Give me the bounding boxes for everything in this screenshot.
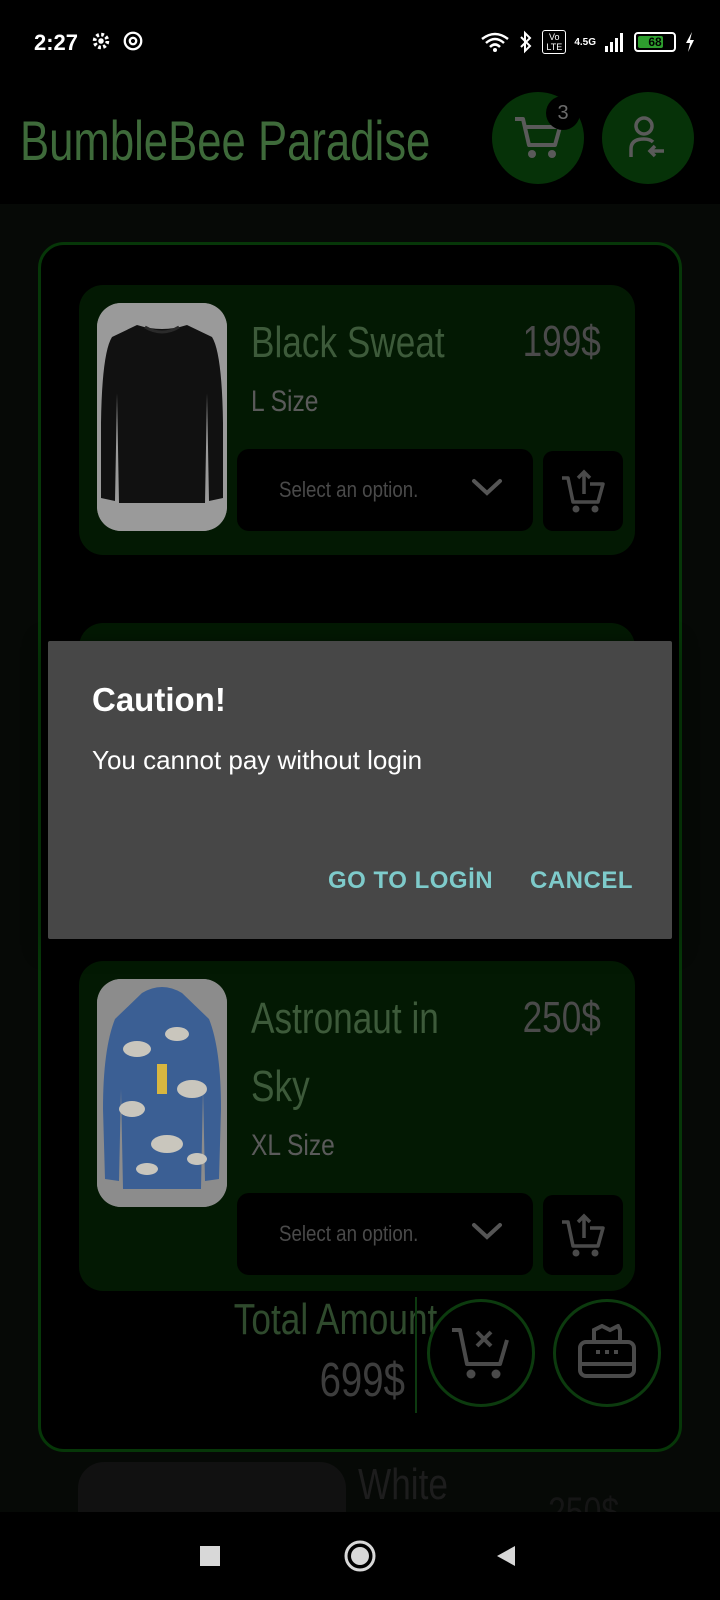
- status-right-icons: Vo LTE 4.5G 68: [480, 30, 696, 54]
- back-button[interactable]: [482, 1532, 530, 1580]
- home-circle-icon: [344, 1540, 376, 1572]
- chevron-down-icon: [472, 1223, 502, 1240]
- square-icon: [200, 1546, 220, 1566]
- move-to-cart-button[interactable]: [543, 451, 623, 531]
- select-placeholder: Select an option.: [279, 477, 419, 502]
- cancel-button[interactable]: CANCEL: [530, 867, 633, 895]
- status-time: 2:27: [34, 30, 79, 55]
- product-name-line2: Sky: [251, 1062, 310, 1111]
- network-type: 4.5G: [574, 36, 596, 48]
- caution-dialog: Caution! You cannot pay without login GO…: [48, 641, 672, 939]
- dialog-title: Caution!: [92, 681, 226, 718]
- at-sign-icon: [123, 31, 143, 51]
- recents-button[interactable]: [186, 1532, 234, 1580]
- total-divider: [415, 1297, 417, 1413]
- wifi-icon: [481, 32, 510, 52]
- bluetooth-icon: [520, 30, 532, 54]
- sweatshirt-image: [97, 303, 227, 531]
- size-select[interactable]: Select an option.: [237, 1193, 533, 1275]
- product-card: Astronaut in Sky 250$ XL Size Select an …: [79, 961, 635, 1291]
- product-price: 250$: [522, 993, 601, 1042]
- total-amount-value: 699$: [319, 1354, 405, 1407]
- login-user-icon: [629, 116, 664, 158]
- back-triangle-icon: [497, 1546, 515, 1566]
- product-name: Black Sweat: [251, 318, 445, 367]
- select-placeholder: Select an option.: [279, 1221, 419, 1246]
- cart-button[interactable]: 3: [492, 92, 584, 184]
- signal-icon: [605, 33, 623, 52]
- login-button[interactable]: [602, 92, 694, 184]
- product-price-behind: 250$: [548, 1490, 620, 1512]
- cash-register-icon: [578, 1324, 636, 1378]
- product-size: L Size: [251, 385, 319, 418]
- settings-gear-icon: [92, 32, 110, 50]
- home-button[interactable]: [336, 1532, 384, 1580]
- product-size: XL Size: [251, 1129, 335, 1162]
- status-left-icons: [90, 30, 144, 52]
- product-price: 199$: [522, 317, 601, 366]
- product-image: [97, 303, 227, 531]
- product-name-line1: Astronaut in: [251, 994, 439, 1043]
- total-amount-label: Total Amount: [233, 1295, 438, 1344]
- cart-clear-icon: [452, 1328, 509, 1379]
- app-header: BumbleBee Paradise 3: [0, 86, 720, 204]
- chevron-down-icon: [472, 479, 502, 496]
- system-nav-bar: [0, 1512, 720, 1600]
- product-card: Black Sweat 199$ L Size Select an option…: [79, 285, 635, 555]
- hoodie-image: [97, 979, 227, 1207]
- battery-icon: 68: [634, 32, 676, 52]
- cart-badge: 3: [546, 96, 580, 130]
- cart-upload-icon: [562, 469, 605, 513]
- battery-level: 68: [648, 35, 662, 49]
- clear-cart-button[interactable]: [427, 1299, 535, 1407]
- checkout-button[interactable]: [553, 1299, 661, 1407]
- dialog-message: You cannot pay without login: [92, 745, 423, 775]
- move-to-cart-button[interactable]: [543, 1195, 623, 1275]
- charging-icon: [686, 32, 694, 52]
- cart-upload-icon: [562, 1213, 605, 1257]
- size-select[interactable]: Select an option.: [237, 449, 533, 531]
- app-title: BumbleBee Paradise: [20, 109, 431, 172]
- volte-icon: Vo LTE: [542, 30, 567, 54]
- product-image: [97, 979, 227, 1207]
- status-bar: 2:27 Vo LTE 4.5G 68: [0, 0, 720, 86]
- go-to-login-button[interactable]: GO TO LOGİN: [328, 867, 493, 895]
- product-name-behind: White: [358, 1460, 448, 1509]
